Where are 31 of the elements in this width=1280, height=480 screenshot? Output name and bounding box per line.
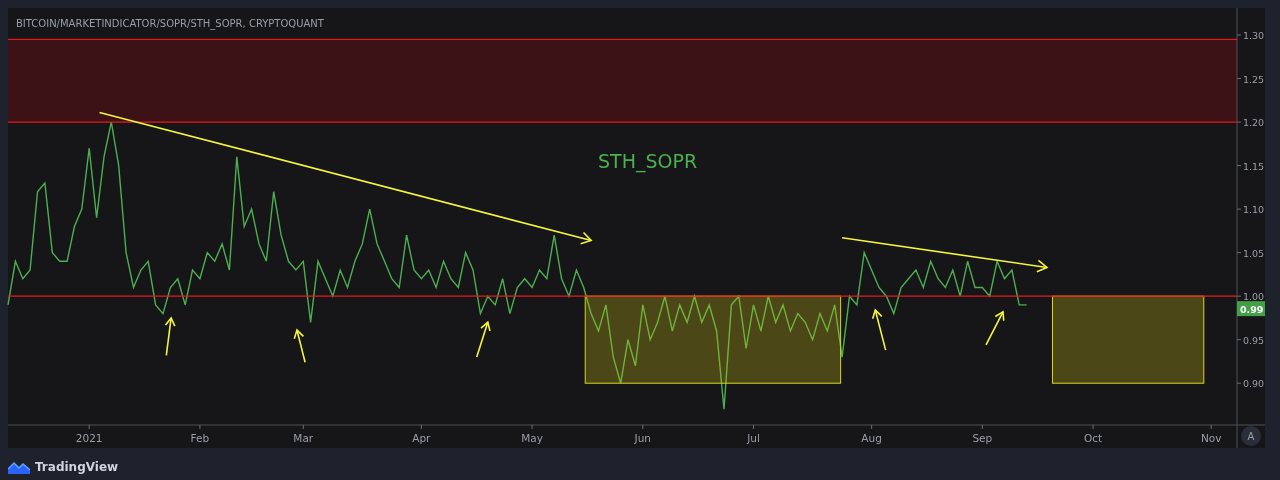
axis-label: 1.10 — [1243, 204, 1265, 216]
brand-name: TradingView — [35, 460, 119, 474]
last-value-badge: 0.99 — [1237, 301, 1265, 317]
chart-title: BITCOIN/MARKETINDICATOR/SOPR/STH_SOPR, CRYPTOQUANT — [16, 18, 324, 29]
axis-label: 2021 — [75, 432, 103, 444]
axis-label: May — [521, 432, 543, 444]
axis-label: Jul — [747, 432, 760, 444]
pointer-arrow — [985, 310, 1005, 346]
axis-label: Jun — [634, 432, 651, 444]
pointer-arrow — [293, 328, 306, 364]
axis-label: Nov — [1200, 432, 1222, 444]
pointer-arrow — [475, 320, 491, 358]
auto-scale-button[interactable]: A — [1241, 426, 1261, 446]
axis-label: Aug — [861, 432, 882, 444]
axis-label: 1.20 — [1243, 117, 1265, 129]
axis-label: 1.00 — [1243, 291, 1265, 303]
axis-label: Oct — [1084, 432, 1103, 444]
axis-label: Apr — [412, 432, 431, 444]
pointer-arrow — [164, 316, 176, 357]
axis-label: 1.30 — [1243, 30, 1265, 41]
axis-label: Sep — [972, 432, 993, 444]
axis-label: 0.90 — [1243, 378, 1265, 390]
axis-label: 0.95 — [1243, 334, 1265, 346]
axis-label: 1.15 — [1243, 160, 1265, 172]
series-label: STH_SOPR — [598, 150, 698, 173]
axis-label: Feb — [190, 432, 210, 444]
pointer-arrow — [871, 308, 887, 351]
axis-label: Mar — [293, 432, 314, 444]
axis-label: 1.05 — [1243, 247, 1265, 259]
axis-label: 1.25 — [1243, 73, 1265, 85]
cloud-logo-icon — [8, 460, 30, 474]
